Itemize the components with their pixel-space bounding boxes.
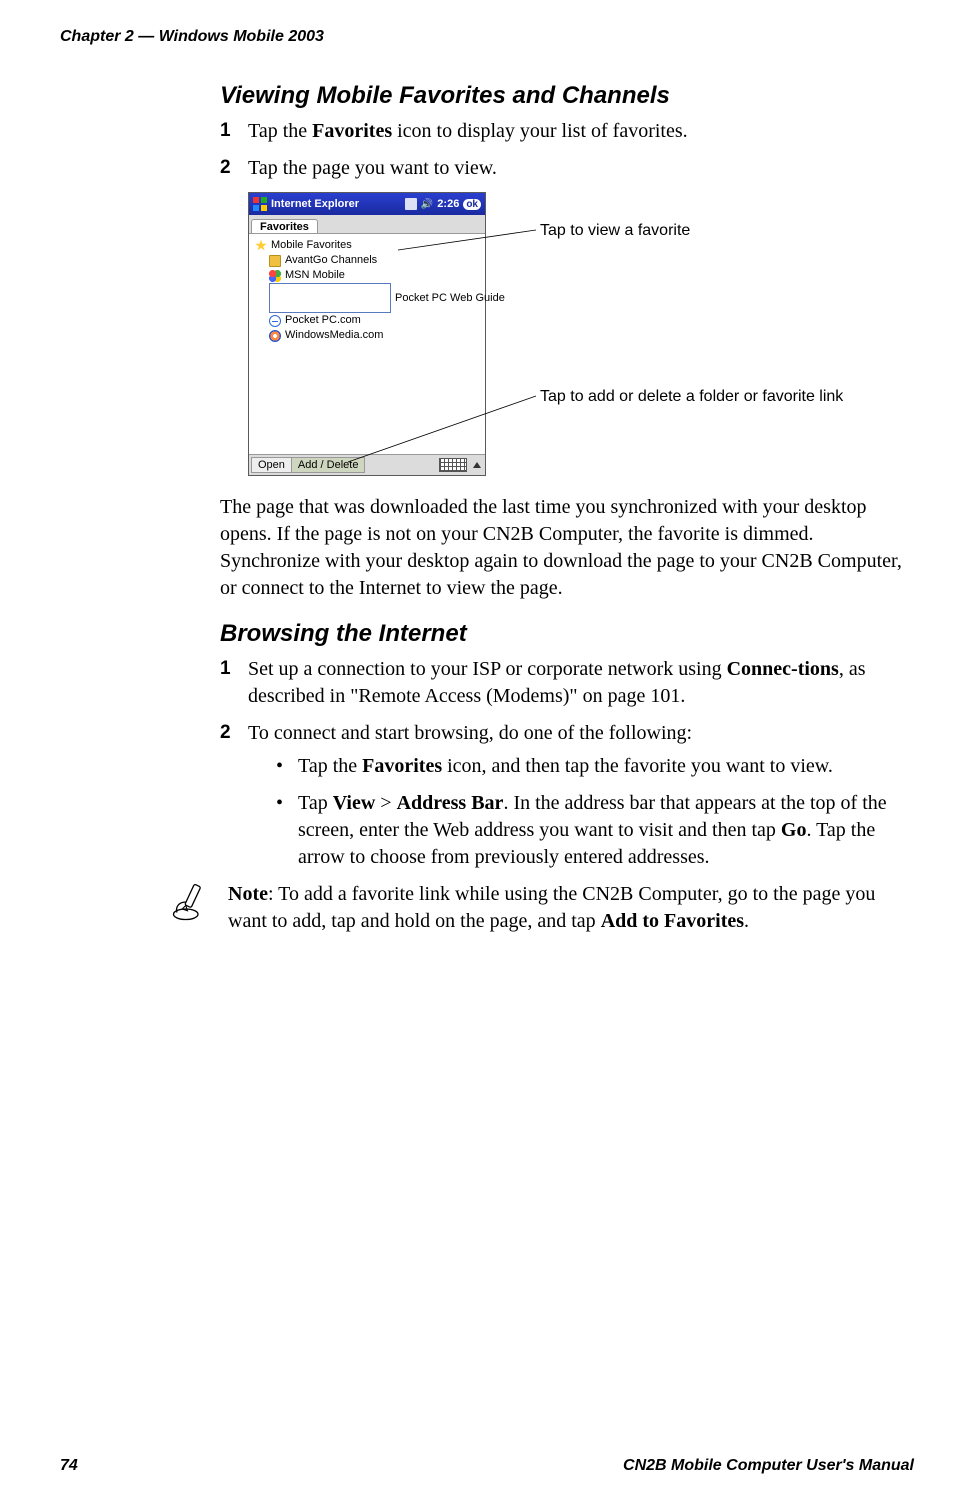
volume-icon[interactable] (421, 198, 433, 210)
clock: 2:26 (437, 198, 459, 210)
tree-root[interactable]: Mobile Favorites (255, 238, 479, 253)
paragraph: The page that was downloaded the last ti… (220, 494, 914, 602)
tree-label: AvantGo Channels (285, 253, 377, 268)
app-title: Internet Explorer (271, 198, 359, 210)
tree-item[interactable]: WindowsMedia.com (255, 328, 479, 343)
step-number: 1 (220, 118, 231, 144)
open-button[interactable]: Open (251, 457, 292, 473)
step-number: 2 (220, 720, 231, 746)
tree-item[interactable]: MSN Mobile (255, 268, 479, 283)
add-delete-button[interactable]: Add / Delete (291, 457, 366, 473)
bullet-item: Tap the Favorites icon, and then tap the… (276, 753, 914, 780)
note-text: Note: To add a favorite link while using… (228, 881, 914, 935)
bullet-text-bold: Favorites (362, 755, 442, 777)
tree-label: Mobile Favorites (271, 238, 352, 253)
bullet-text-bold: Address Bar (397, 792, 504, 814)
bullet-text: Tap (298, 792, 333, 814)
page-icon (269, 283, 391, 313)
start-icon[interactable] (253, 197, 267, 211)
bullet-text-bold: Go (781, 819, 807, 841)
connectivity-icon[interactable] (405, 198, 417, 210)
step-2: 2 Tap the page you want to view. (220, 155, 914, 182)
tree-label: Pocket PC.com (285, 313, 361, 328)
tree-item[interactable]: Pocket PC Web Guide (255, 283, 479, 313)
sip-up-icon[interactable] (473, 462, 481, 468)
step-1: 1 Tap the Favorites icon to display your… (220, 118, 914, 145)
tab-favorites[interactable]: Favorites (251, 219, 318, 233)
bullet-text: Tap the (298, 755, 362, 777)
note-pencil-icon (170, 881, 212, 928)
page-number: 74 (60, 1457, 78, 1475)
note: Note: To add a favorite link while using… (170, 881, 914, 935)
msn-icon (269, 270, 281, 282)
footer: 74 CN2B Mobile Computer User's Manual (60, 1457, 914, 1475)
tree-item[interactable]: AvantGo Channels (255, 253, 479, 268)
titlebar: Internet Explorer 2:26 ok (249, 193, 485, 215)
tab-bar: Favorites (249, 215, 485, 234)
manual-title: CN2B Mobile Computer User's Manual (623, 1457, 914, 1475)
main-content: Viewing Mobile Favorites and Channels 1 … (220, 82, 914, 935)
heading-browsing-internet: Browsing the Internet (220, 620, 914, 648)
bullet-text-bold: View (333, 792, 376, 814)
step-number: 2 (220, 155, 231, 181)
keyboard-icon[interactable] (439, 458, 467, 472)
running-header: Chapter 2 — Windows Mobile 2003 (60, 28, 914, 46)
step-text: To connect and start browsing, do one of… (248, 722, 692, 744)
step-text-bold: Connec-tions (727, 658, 839, 680)
bullet-item: Tap View > Address Bar. In the address b… (276, 790, 914, 871)
steps-browsing: 1 Set up a connection to your ISP or cor… (220, 656, 914, 871)
media-icon (269, 330, 281, 342)
tree-item[interactable]: Pocket PC.com (255, 313, 479, 328)
folder-icon (269, 255, 281, 267)
step-number: 1 (220, 656, 231, 682)
bullet-text: icon, and then tap the favorite you want… (442, 755, 833, 777)
step-2: 2 To connect and start browsing, do one … (220, 720, 914, 871)
page: Chapter 2 — Windows Mobile 2003 Viewing … (0, 0, 974, 1503)
tree-label: Pocket PC Web Guide (395, 291, 505, 306)
command-bar: Open Add / Delete (249, 454, 485, 475)
note-label: Note (228, 883, 268, 905)
note-body: . (744, 910, 749, 932)
step-text: Tap the (248, 120, 312, 142)
pocket-pc-window: Internet Explorer 2:26 ok Favorites Mobi… (248, 192, 486, 476)
tree-label: WindowsMedia.com (285, 328, 383, 343)
note-body: : To add a favorite link while using the… (228, 883, 875, 932)
sub-bullets: Tap the Favorites icon, and then tap the… (276, 753, 914, 871)
step-text: Tap the page you want to view. (248, 157, 497, 179)
step-text: Set up a connection to your ISP or corpo… (248, 658, 727, 680)
step-text-bold: Favorites (312, 120, 392, 142)
figure-pocket-ie: Internet Explorer 2:26 ok Favorites Mobi… (248, 192, 914, 480)
star-icon (255, 240, 267, 252)
tree-label: MSN Mobile (285, 268, 345, 283)
step-text: icon to display your list of favorites. (392, 120, 688, 142)
callout-view-favorite: Tap to view a favorite (540, 222, 690, 240)
bullet-text: > (375, 792, 396, 814)
favorites-tree: Mobile Favorites AvantGo Channels MSN Mo… (249, 234, 485, 347)
ie-icon (269, 315, 281, 327)
note-bold: Add to Favorites (601, 910, 744, 932)
heading-viewing-favorites: Viewing Mobile Favorites and Channels (220, 82, 914, 110)
callout-add-delete: Tap to add or delete a folder or favorit… (540, 388, 843, 406)
ok-button[interactable]: ok (463, 199, 481, 210)
steps-viewing: 1 Tap the Favorites icon to display your… (220, 118, 914, 182)
step-1: 1 Set up a connection to your ISP or cor… (220, 656, 914, 710)
